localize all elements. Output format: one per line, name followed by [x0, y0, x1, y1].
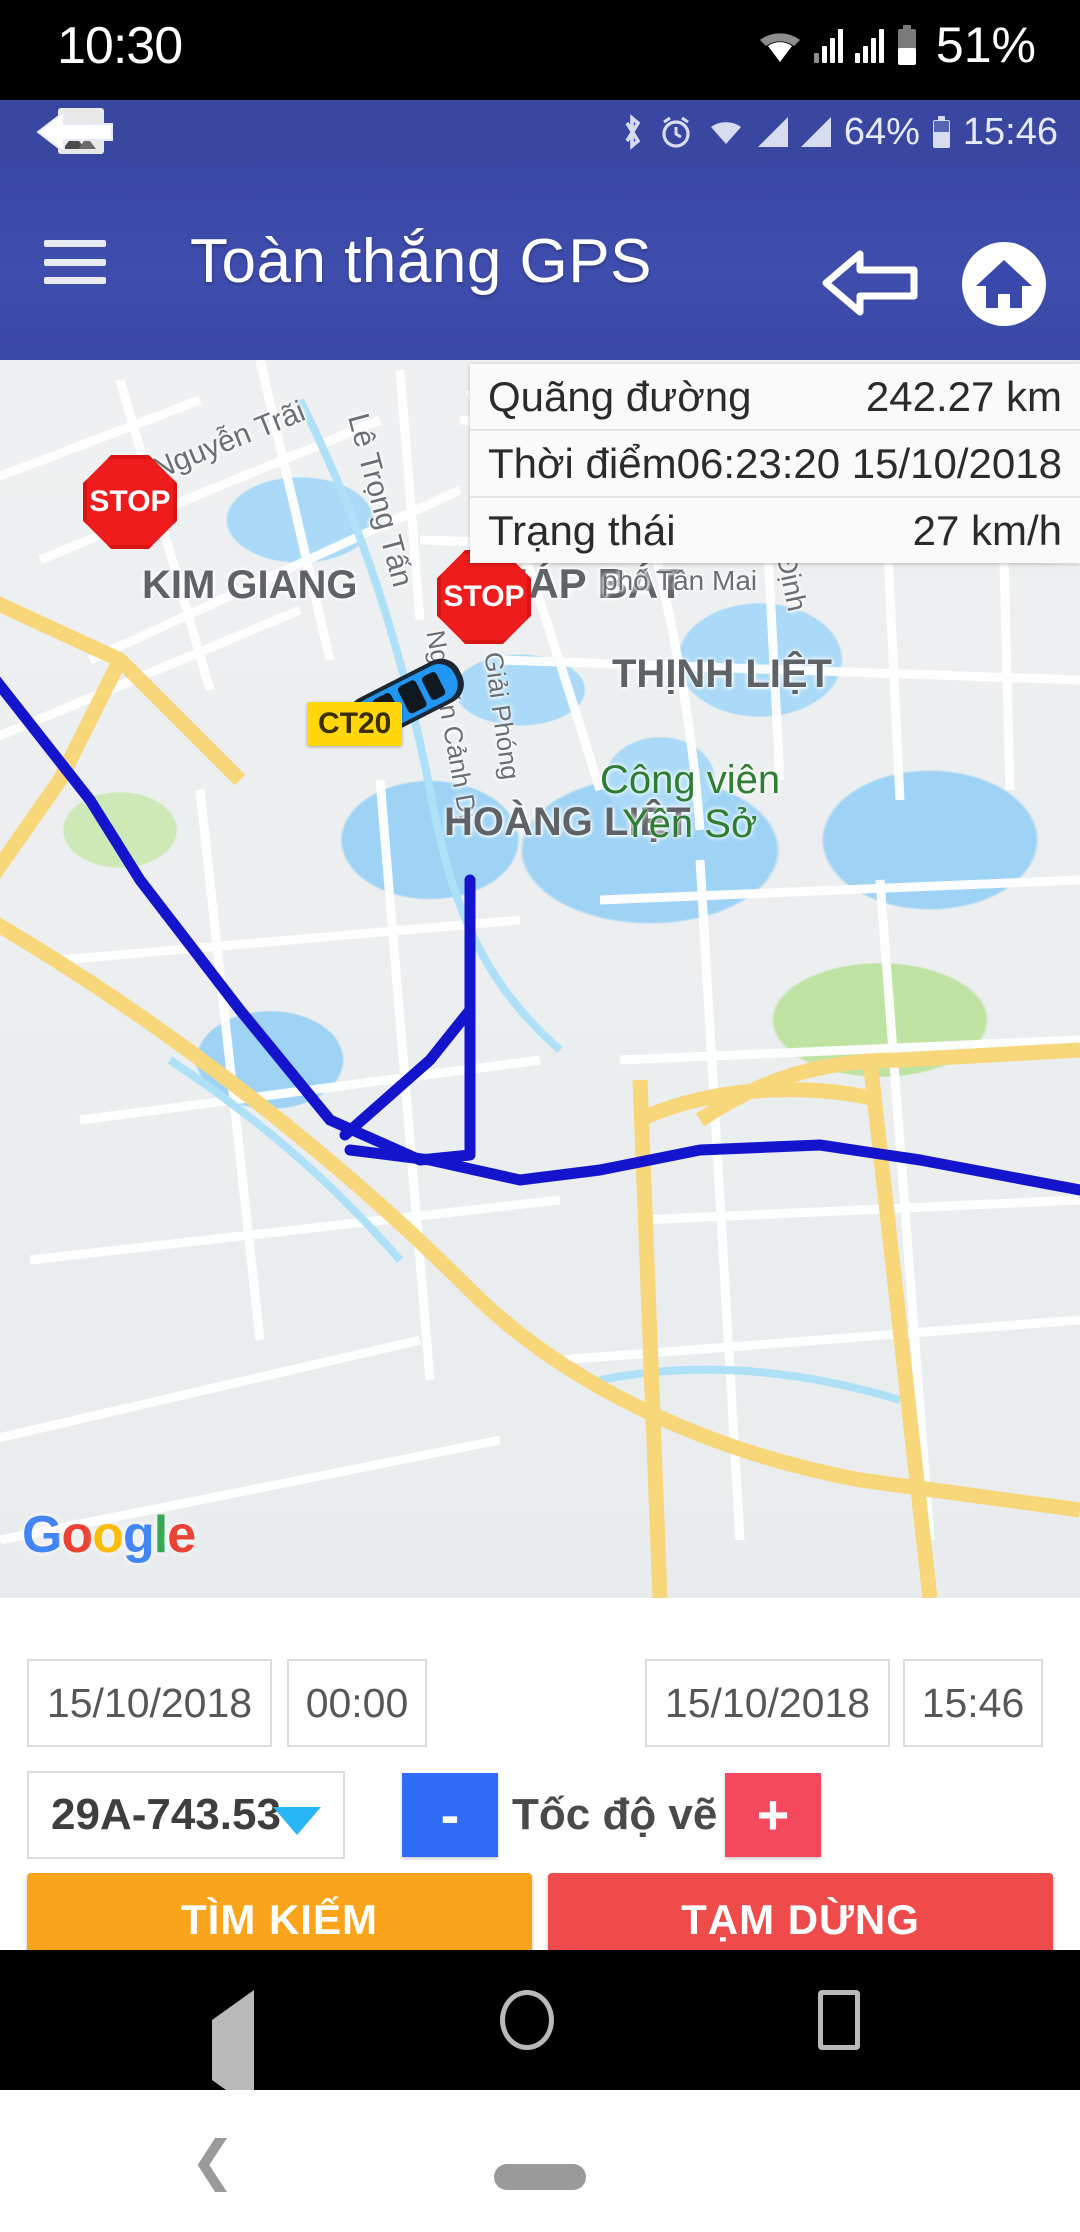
time-from-input[interactable]: 00:00 [287, 1659, 427, 1747]
nav-recents-icon[interactable] [818, 1990, 860, 2050]
gesture-back-chevron-icon[interactable]: ❮ [190, 2134, 235, 2188]
android-nav-bar [0, 1950, 1080, 2090]
vehicle-select-value: 29A-743.53 [51, 1790, 281, 1840]
speed-increase-button[interactable]: + [725, 1773, 821, 1857]
chevron-down-icon [273, 1807, 321, 1835]
area-label: KIM GIANG [142, 563, 358, 608]
time-to-input[interactable]: 15:46 [903, 1659, 1043, 1747]
trip-info-panel: Quãng đường 242.27 km Thời điểm 06:23:20… [470, 364, 1080, 563]
device-status-bar: 10:30 51% [0, 0, 1080, 100]
google-logo-letter: G [22, 1506, 61, 1564]
signal-icon [855, 27, 884, 63]
home-icon[interactable] [958, 238, 1050, 330]
gesture-home-pill-icon[interactable] [494, 2164, 586, 2190]
google-logo-letter: g [123, 1506, 154, 1564]
app-status-bar: 64% 15:46 [0, 100, 1080, 164]
app-bar: Toàn thắng GPS [0, 164, 1080, 360]
battery-icon [933, 116, 950, 148]
hamburger-menu-icon[interactable] [44, 240, 106, 284]
vehicle-label-badge[interactable]: CT20 [307, 702, 402, 746]
street-label: phố Tân Mai [602, 565, 757, 597]
controls-panel: 15/10/2018 00:00 15/10/2018 15:46 29A-74… [0, 1598, 1080, 1950]
google-logo: Google [22, 1505, 195, 1565]
nav-home-icon[interactable] [500, 1990, 554, 2050]
info-label: Quãng đường [488, 373, 752, 421]
vehicle-select[interactable]: 29A-743.53 [27, 1771, 345, 1859]
app-status-icons: 64% 15:46 [619, 100, 1058, 164]
speed-decrease-button[interactable]: - [402, 1773, 498, 1857]
page-title: Toàn thắng GPS [190, 226, 652, 297]
signal-icon [758, 117, 788, 147]
info-value: 06:23:20 15/10/2018 [677, 440, 1062, 488]
device-gesture-bar: ❮ [0, 2090, 1080, 2232]
device-clock: 10:30 [57, 16, 182, 76]
google-logo-letter: o [61, 1506, 92, 1564]
back-arrow-icon[interactable] [820, 246, 920, 320]
bluetooth-icon [619, 113, 645, 151]
alarm-icon [658, 114, 694, 150]
park-label: Công viên [600, 758, 780, 803]
battery-icon [896, 25, 918, 65]
info-value: 242.27 km [866, 373, 1062, 421]
stop-marker[interactable]: STOP [83, 455, 169, 541]
phone-screen: 10:30 51% [0, 0, 1080, 2232]
google-logo-letter: e [167, 1506, 195, 1564]
signal-icon [801, 117, 831, 147]
signal-icon [814, 27, 843, 63]
area-label: THỊNH LIỆT [612, 652, 832, 697]
info-label: Trạng thái [488, 507, 676, 555]
stop-marker-label: STOP [89, 485, 170, 519]
park-label: Yên Sở [622, 802, 757, 847]
info-row: Thời điểm 06:23:20 15/10/2018 [470, 431, 1080, 498]
date-from-input[interactable]: 15/10/2018 [27, 1659, 272, 1747]
info-row: Trạng thái 27 km/h [470, 498, 1080, 563]
device-battery-percent: 51% [936, 16, 1036, 74]
wifi-icon [707, 116, 745, 148]
date-to-input[interactable]: 15/10/2018 [645, 1659, 890, 1747]
google-logo-letter: o [92, 1506, 123, 1564]
stop-marker-label: STOP [443, 580, 524, 614]
info-row: Quãng đường 242.27 km [470, 364, 1080, 431]
pointer-arrow-icon [30, 106, 116, 158]
app-clock: 15:46 [963, 111, 1058, 154]
device-status-icons: 51% [758, 18, 1036, 72]
google-logo-letter: l [154, 1506, 167, 1564]
wifi-icon [758, 26, 802, 64]
info-label: Thời điểm [488, 440, 677, 488]
app-battery-percent: 64% [844, 111, 920, 154]
info-value: 27 km/h [913, 507, 1062, 555]
